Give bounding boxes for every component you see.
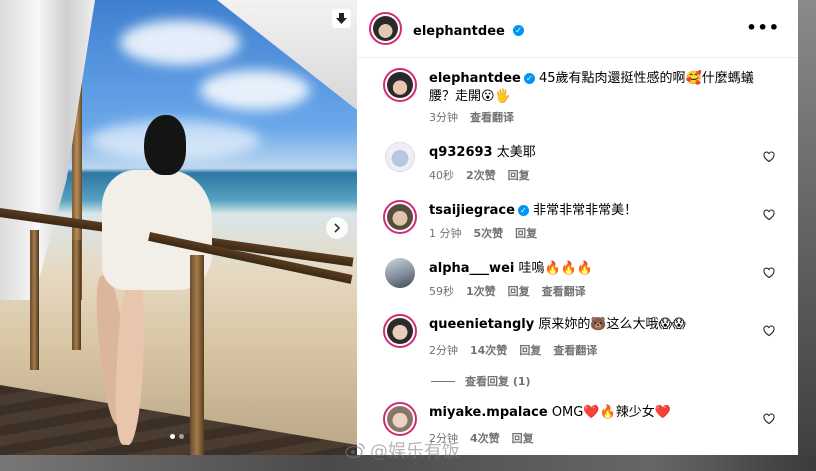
reply-button[interactable]: 回复 xyxy=(508,167,530,183)
commenter-avatar[interactable] xyxy=(385,258,415,288)
caption: elephantdee ✓ 45歲有點肉還挺性感的啊🥰什麼螞蟻腰？走開😮🖐 3分钟… xyxy=(383,68,775,124)
weibo-icon xyxy=(345,443,365,459)
view-replies-button[interactable]: 查看回复 (1) xyxy=(431,373,531,389)
comment-time[interactable]: 1 分钟 xyxy=(429,225,462,241)
carousel-dots xyxy=(170,434,184,439)
heart-icon[interactable] xyxy=(763,325,775,337)
comment-time[interactable]: 59秒 xyxy=(429,283,454,299)
comment-likes[interactable]: 2次赞 xyxy=(466,167,496,183)
railing-post xyxy=(30,230,39,370)
comment-text: 非常非常非常美！ xyxy=(533,203,638,218)
commenter-username[interactable]: alpha___wei xyxy=(429,261,514,276)
comment-text: 原来妳的🐻这么大哦😱😱 xyxy=(538,317,686,332)
download-icon xyxy=(336,13,347,24)
author-username[interactable]: elephantdee xyxy=(413,24,505,39)
watermark: @娱乐有饭 xyxy=(344,437,460,463)
commenter-avatar[interactable] xyxy=(383,314,417,348)
heart-icon[interactable] xyxy=(763,267,775,279)
comment-time[interactable]: 40秒 xyxy=(429,167,454,183)
more-icon[interactable]: ••• xyxy=(746,18,780,37)
comments-panel: elephantdee ✓ ••• elephantdee ✓ 45歲有點肉還挺性… xyxy=(357,0,798,455)
caption-time[interactable]: 3分钟 xyxy=(429,109,458,125)
watermark-text: @娱乐有饭 xyxy=(370,441,460,462)
commenter-avatar[interactable] xyxy=(383,402,417,436)
verified-icon: ✓ xyxy=(512,25,524,36)
caption-meta: 3分钟 查看翻译 xyxy=(429,109,514,125)
caption-avatar[interactable] xyxy=(383,68,417,102)
verified-icon: ✓ xyxy=(523,73,535,84)
comment-likes[interactable]: 1次赞 xyxy=(466,283,496,299)
bamboo-pole xyxy=(190,255,204,455)
heart-icon[interactable] xyxy=(763,413,775,425)
post-header: elephantdee ✓ ••• xyxy=(357,0,798,58)
verified-icon: ✓ xyxy=(517,205,529,216)
reply-button[interactable]: 回复 xyxy=(519,342,541,358)
cloud xyxy=(200,70,310,110)
comment-likes[interactable]: 4次赞 xyxy=(470,430,500,446)
commenter-avatar[interactable] xyxy=(385,142,415,172)
comment-text: OMG❤️🔥辣少女❤️ xyxy=(551,405,671,420)
view-replies-label: 查看回复 (1) xyxy=(465,375,531,388)
comment-item: alpha___wei 哇嗚🔥🔥🔥 59秒 1次赞 回复 查看翻译 xyxy=(383,258,775,298)
next-slide-button[interactable] xyxy=(326,217,348,239)
download-button[interactable] xyxy=(332,9,351,28)
comment-time[interactable]: 2分钟 xyxy=(429,342,458,358)
translate-link[interactable]: 查看翻译 xyxy=(553,342,597,358)
comment-item: tsaijiegrace ✓ 非常非常非常美！ 1 分钟 5次赞 回复 xyxy=(383,200,775,240)
commenter-username[interactable]: miyake.mpalace xyxy=(429,405,548,420)
reply-button[interactable]: 回复 xyxy=(512,430,534,446)
heart-icon[interactable] xyxy=(763,151,775,163)
railing-post xyxy=(72,240,81,350)
backdrop-right xyxy=(798,0,816,471)
chevron-right-icon xyxy=(334,223,341,233)
heart-icon[interactable] xyxy=(763,209,775,221)
commenter-username[interactable]: tsaijiegrace xyxy=(429,203,515,218)
comment-likes[interactable]: 5次赞 xyxy=(474,225,504,241)
author-avatar[interactable] xyxy=(369,12,402,45)
comment-item: queenietangly 原来妳的🐻这么大哦😱😱 2分钟 14次赞 回复 查看… xyxy=(383,314,775,358)
carousel-dot xyxy=(179,434,184,439)
commenter-username[interactable]: queenietangly xyxy=(429,317,534,332)
comment-item: q932693 太美耶 40秒 2次赞 回复 xyxy=(383,142,775,182)
comment-likes[interactable]: 14次赞 xyxy=(470,342,507,358)
comment-text: 太美耶 xyxy=(496,145,536,160)
commenter-username[interactable]: q932693 xyxy=(429,145,493,160)
reply-button[interactable]: 回复 xyxy=(515,225,537,241)
caption-username[interactable]: elephantdee xyxy=(429,71,521,86)
comment-text: 哇嗚🔥🔥🔥 xyxy=(518,261,594,276)
post-photo[interactable] xyxy=(0,0,357,455)
commenter-avatar[interactable] xyxy=(383,200,417,234)
caption-text: elephantdee ✓ 45歲有點肉還挺性感的啊🥰什麼螞蟻腰？走開😮🖐 xyxy=(429,70,759,106)
reply-button[interactable]: 回复 xyxy=(508,283,530,299)
carousel-dot-active xyxy=(170,434,175,439)
cloud xyxy=(120,20,240,65)
translate-link[interactable]: 查看翻译 xyxy=(470,109,514,125)
reply-divider xyxy=(431,380,455,382)
translate-link[interactable]: 查看翻译 xyxy=(542,283,586,299)
